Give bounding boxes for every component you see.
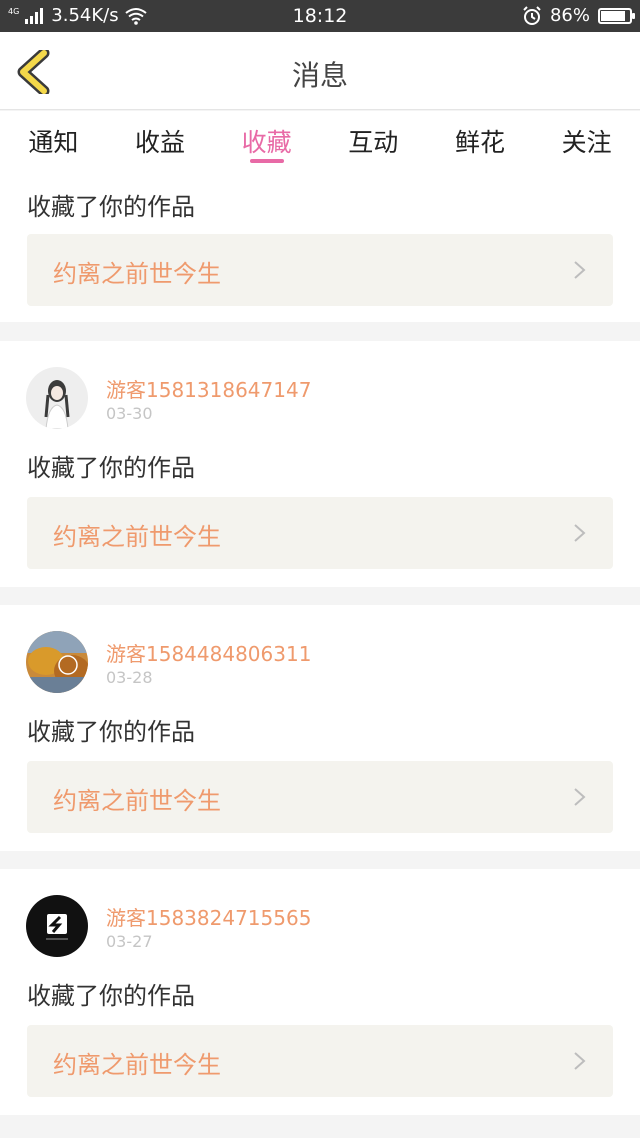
tab-flowers[interactable]: 鲜花 — [435, 111, 525, 175]
tab-bar: 通知 收益 收藏 互动 鲜花 关注 — [0, 111, 640, 175]
message-card: 游客1581318647147 03-30 收藏了你的作品 约离之前世今生 — [0, 341, 640, 587]
message-action: 收藏了你的作品 — [27, 718, 195, 746]
message-date: 03-28 — [106, 668, 153, 687]
message-date: 03-30 — [106, 404, 153, 423]
username[interactable]: 游客1584484806311 — [106, 638, 311, 667]
message-action: 收藏了你的作品 — [27, 193, 195, 221]
message-action: 收藏了你的作品 — [27, 454, 195, 482]
username[interactable]: 游客1581318647147 — [106, 374, 311, 403]
page-title: 消息 — [291, 59, 348, 92]
tab-interaction[interactable]: 互动 — [328, 111, 418, 175]
tab-earnings[interactable]: 收益 — [115, 111, 205, 175]
battery-fill — [601, 10, 626, 21]
user-avatar-icon — [26, 631, 88, 693]
chevron-right-icon — [574, 1052, 586, 1070]
avatar[interactable] — [26, 367, 88, 429]
message-card: 收藏了你的作品 约离之前世今生 — [0, 175, 640, 322]
user-avatar-icon — [26, 367, 88, 429]
user-avatar-icon — [26, 895, 88, 957]
work-link[interactable]: 约离之前世今生 — [27, 497, 613, 569]
work-title: 约离之前世今生 — [53, 523, 221, 551]
battery-percent: 86% — [549, 5, 590, 26]
app-header: 消息 — [0, 32, 640, 110]
work-link[interactable]: 约离之前世今生 — [27, 761, 613, 833]
work-link[interactable]: 约离之前世今生 — [27, 1025, 613, 1097]
work-link[interactable]: 约离之前世今生 — [27, 234, 613, 306]
avatar[interactable] — [26, 895, 88, 957]
work-title: 约离之前世今生 — [53, 260, 221, 288]
avatar[interactable] — [26, 631, 88, 693]
message-card: 游客1583824715565 03-27 收藏了你的作品 约离之前世今生 — [0, 869, 640, 1115]
username[interactable]: 游客1583824715565 — [106, 902, 311, 931]
chevron-right-icon — [574, 261, 586, 279]
battery-icon — [598, 7, 635, 24]
work-title: 约离之前世今生 — [53, 1051, 221, 1079]
tab-notice[interactable]: 通知 — [8, 111, 98, 175]
message-action: 收藏了你的作品 — [27, 982, 195, 1010]
message-date: 03-27 — [106, 932, 153, 951]
status-right: 86% — [522, 5, 635, 26]
status-bar: 4G 3.54K/s 18:12 86% — [0, 0, 640, 32]
tab-follow[interactable]: 关注 — [542, 111, 632, 175]
tab-favorites[interactable]: 收藏 — [222, 111, 312, 175]
work-title: 约离之前世今生 — [53, 787, 221, 815]
message-card: 游客1584484806311 03-28 收藏了你的作品 约离之前世今生 — [0, 605, 640, 851]
chevron-right-icon — [574, 524, 586, 542]
chevron-right-icon — [574, 788, 586, 806]
alarm-icon — [523, 5, 541, 25]
